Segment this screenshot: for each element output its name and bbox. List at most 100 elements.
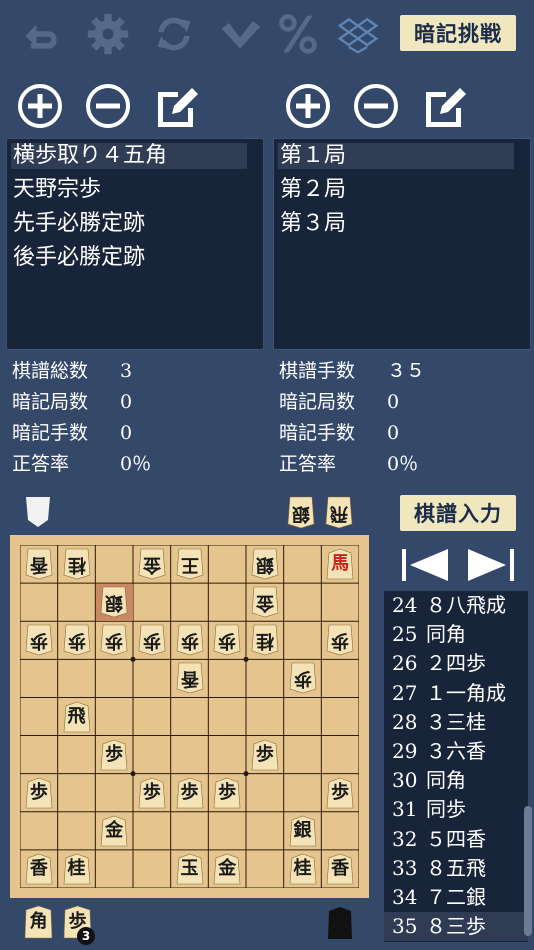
board-piece[interactable]: 歩 [289, 662, 317, 694]
piece-label: 歩 [255, 743, 274, 765]
move-item[interactable]: 32 ５四香 [384, 825, 528, 854]
gote-hand-piece[interactable]: 銀 [287, 496, 315, 529]
check-icon[interactable] [216, 10, 264, 58]
piece-label: 飛 [67, 705, 86, 727]
add-game-button[interactable] [284, 82, 332, 130]
board-piece[interactable]: 金 [100, 815, 128, 847]
edit-game-button[interactable] [420, 82, 468, 130]
board-piece[interactable]: 歩 [138, 624, 166, 656]
list-item[interactable]: 先手必勝定跡 [7, 207, 263, 241]
board-piece[interactable]: 銀 [289, 815, 317, 847]
board-piece[interactable]: 歩 [100, 739, 128, 771]
piece-label: 香 [29, 857, 48, 879]
dropbox-icon[interactable] [334, 10, 382, 58]
move-item[interactable]: 33 ８五飛 [384, 854, 528, 883]
board-piece[interactable]: 金 [251, 586, 279, 618]
board-piece[interactable]: 金 [138, 548, 166, 580]
move-item[interactable]: 26 ２四歩 [384, 649, 528, 678]
move-number: 34 [392, 884, 418, 909]
piece-label: 歩 [142, 630, 161, 652]
remove-game-button[interactable] [352, 82, 400, 130]
refresh-icon[interactable] [150, 10, 198, 58]
move-item[interactable]: 29 ３六香 [384, 737, 528, 766]
move-item[interactable]: 25 同角 [384, 620, 528, 649]
list-item[interactable]: 横歩取り４五角 [7, 139, 263, 173]
board-piece[interactable]: 歩 [63, 624, 91, 656]
add-collection-button[interactable] [16, 82, 64, 130]
piece-label: 金 [142, 554, 161, 576]
board-piece[interactable]: 歩 [251, 739, 279, 771]
board-piece[interactable]: 歩 [326, 624, 354, 656]
board-piece[interactable]: 香 [326, 853, 354, 885]
move-number: 35 [392, 914, 418, 939]
piece-label: 歩 [331, 781, 350, 803]
board-piece[interactable]: 金 [213, 853, 241, 885]
piece-label: 歩 [105, 630, 124, 652]
move-item[interactable]: 24 ８八飛成 [384, 591, 528, 620]
board-piece[interactable]: 飛 [63, 701, 91, 733]
move-text: ３六香 [426, 738, 486, 763]
list-item[interactable]: 天野宗歩 [7, 173, 263, 207]
board-piece[interactable]: 桂 [63, 548, 91, 580]
board-piece[interactable]: 馬 [326, 548, 354, 580]
board-piece[interactable]: 銀 [251, 548, 279, 580]
piece-label: 歩 [29, 630, 48, 652]
remove-collection-button[interactable] [84, 82, 132, 130]
board-piece[interactable]: 歩 [100, 624, 128, 656]
board-piece[interactable]: 歩 [176, 624, 204, 656]
piece-label: 桂 [293, 857, 312, 879]
move-item[interactable]: 31 同歩 [384, 795, 528, 824]
stat-label: 暗記局数 [12, 391, 89, 413]
gote-hand-piece[interactable]: 飛 [325, 496, 353, 529]
move-item[interactable]: 27 １一角成 [384, 679, 528, 708]
list-item[interactable]: 後手必勝定跡 [7, 241, 263, 275]
board-piece[interactable]: 桂 [289, 853, 317, 885]
list-item[interactable]: 第２局 [274, 173, 530, 207]
gear-icon[interactable] [84, 10, 132, 58]
board-piece[interactable]: 香 [176, 662, 204, 694]
board-piece[interactable]: 歩 [25, 777, 53, 809]
sente-hand-piece[interactable]: 角 [24, 905, 53, 939]
memorize-challenge-button[interactable]: 暗記挑戦 [400, 15, 516, 51]
board-piece[interactable]: 王 [176, 548, 204, 580]
move-item[interactable]: 28 ３三桂 [384, 708, 528, 737]
move-number: 26 [392, 651, 418, 676]
game-list[interactable]: 第１局 第２局 第３局 [273, 138, 531, 350]
board-piece[interactable]: 歩 [176, 777, 204, 809]
collection-list[interactable]: 横歩取り４五角 天野宗歩 先手必勝定跡 後手必勝定跡 [6, 138, 264, 350]
board-piece[interactable]: 玉 [176, 853, 204, 885]
piece-label: 銀 [293, 819, 312, 841]
game-stats: 棋譜手数 ３５ 暗記局数 0 暗記手数 0 正答率 0％ [279, 356, 425, 480]
piece-label: 歩 [180, 781, 199, 803]
board-piece[interactable]: 歩 [25, 624, 53, 656]
next-move-button[interactable] [462, 545, 518, 585]
board-piece[interactable]: 香 [25, 853, 53, 885]
undo-icon[interactable] [16, 10, 64, 58]
list-item[interactable]: 第３局 [274, 207, 530, 241]
move-item[interactable]: 30 同角 [384, 766, 528, 795]
list-item[interactable]: 第１局 [274, 139, 530, 173]
move-number: 31 [392, 797, 418, 822]
stat-label: 棋譜手数 [279, 360, 356, 382]
move-text: ２四歩 [426, 651, 486, 676]
percent-icon[interactable] [274, 10, 322, 58]
board-piece[interactable]: 桂 [251, 624, 279, 656]
kifu-input-button[interactable]: 棋譜入力 [400, 495, 516, 531]
move-item[interactable]: 34 ７二銀 [384, 883, 528, 912]
board-piece[interactable]: 歩 [213, 624, 241, 656]
board-piece[interactable]: 歩 [138, 777, 166, 809]
move-item[interactable]: 35 ８三歩 [384, 912, 528, 942]
previous-move-button[interactable] [398, 545, 454, 585]
piece-label: 桂 [255, 630, 274, 652]
board-piece[interactable]: 桂 [63, 853, 91, 885]
board-piece[interactable]: 香 [25, 548, 53, 580]
move-list[interactable]: 24 ８八飛成 25 同角 26 ２四歩 27 １一角成 28 ３三桂 29 ３六香 30 同角 31 同歩 3… [384, 591, 528, 942]
board-piece[interactable]: 銀 [100, 586, 128, 618]
stat-label: 正答率 [279, 453, 337, 475]
board-grid[interactable]: 香桂金王銀馬銀金歩歩歩歩歩歩桂歩香歩飛歩歩歩歩歩歩歩金銀香桂玉金桂香 [20, 545, 359, 888]
move-navigation [398, 545, 518, 585]
move-list-scrollbar[interactable] [524, 806, 532, 936]
board-piece[interactable]: 歩 [326, 777, 354, 809]
edit-collection-button[interactable] [152, 82, 200, 130]
board-piece[interactable]: 歩 [213, 777, 241, 809]
